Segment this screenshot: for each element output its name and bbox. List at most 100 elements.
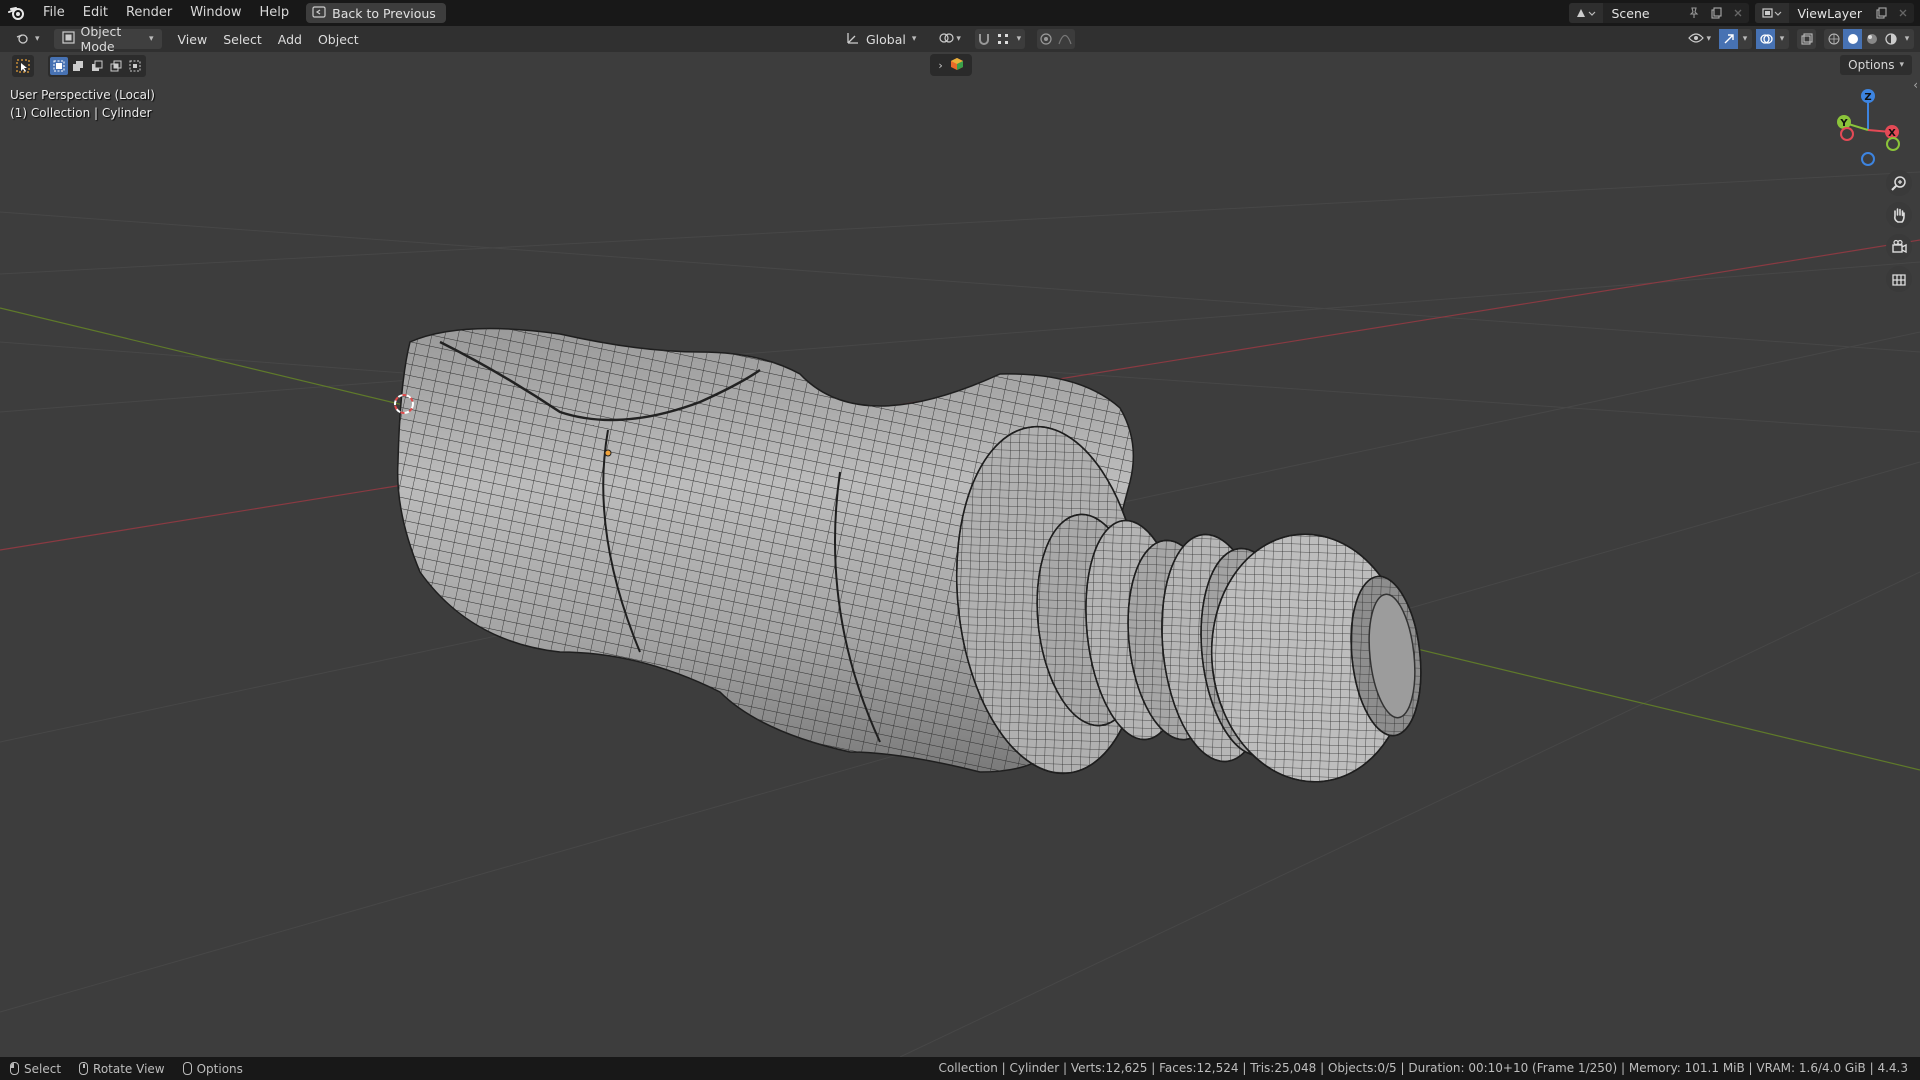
navigation-gizmo: Z X Y [1837, 89, 1900, 166]
status-options-label: Options [196, 1061, 243, 1076]
status-rotate-label: Rotate View [93, 1061, 165, 1076]
chevron-down-icon[interactable]: ▾ [1775, 29, 1789, 49]
cylinder-mesh [396, 327, 1422, 783]
pivot-point-dropdown[interactable]: ▾ [930, 29, 969, 49]
delete-viewlayer-icon[interactable] [1892, 3, 1914, 23]
chevron-down-icon: ▾ [35, 34, 40, 44]
snap-group: ▾ [974, 29, 1025, 49]
select-difference-icon[interactable] [107, 57, 125, 75]
select-tool-button[interactable] [12, 55, 34, 77]
new-scene-icon[interactable] [1705, 3, 1727, 23]
status-rotate-hint: Rotate View [79, 1062, 165, 1076]
chevron-right-icon: › [938, 58, 943, 72]
scene-selector[interactable]: Scene [1569, 3, 1750, 23]
proportional-edit-group [1036, 29, 1075, 49]
chevron-down-icon[interactable]: ▾ [1900, 29, 1914, 49]
options-dropdown[interactable]: Options ▾ [1840, 55, 1912, 75]
viewport-header: ▾ Object Mode ▾ View Select Add Object G… [0, 24, 1920, 54]
menu-window[interactable]: Window [181, 0, 250, 26]
scene-name[interactable]: Scene [1603, 6, 1683, 21]
select-subtract-icon[interactable] [88, 57, 106, 75]
shading-mode-group: ▾ [1824, 29, 1914, 49]
pan-hand-icon[interactable] [1886, 202, 1912, 228]
proportional-edit-icon[interactable] [1037, 29, 1056, 49]
overlay-group: ▾ [1756, 29, 1789, 49]
material-shading-icon[interactable] [1862, 29, 1881, 49]
new-viewlayer-icon[interactable] [1870, 3, 1892, 23]
menu-help[interactable]: Help [251, 0, 299, 26]
viewport-navigation-tools [1886, 170, 1912, 292]
3d-viewport[interactable]: Z X Y › Options ▾ User Perspective (Loca… [0, 52, 1920, 1057]
selection-mode-group [48, 55, 146, 77]
falloff-icon[interactable] [1056, 29, 1075, 49]
active-object-icon [950, 56, 964, 75]
pivot-icon [938, 31, 955, 48]
status-select-hint: Select [10, 1062, 61, 1076]
menu-view[interactable]: View [170, 29, 216, 49]
back-to-previous-button[interactable]: Back to Previous [306, 3, 446, 23]
snap-icon[interactable] [975, 29, 994, 49]
viewlayer-selector[interactable]: ViewLayer [1755, 3, 1914, 23]
object-mode-icon [61, 31, 75, 47]
transform-orientation-dropdown[interactable]: Global ▾ [838, 29, 924, 49]
options-label: Options [1848, 58, 1895, 72]
chevron-down-icon[interactable]: ▾ [1013, 29, 1025, 49]
gizmo-z-label: Z [1864, 92, 1871, 103]
top-menu-bar: File Edit Render Window Help Back to Pre… [0, 0, 1920, 26]
pin-icon[interactable] [1683, 3, 1705, 23]
blender-logo-icon[interactable] [0, 0, 34, 26]
gizmo-icon[interactable] [1719, 29, 1738, 49]
menu-edit[interactable]: Edit [74, 0, 117, 26]
viewport-info-overlay: User Perspective (Local) (1) Collection … [10, 86, 155, 122]
viewlayer-name[interactable]: ViewLayer [1789, 6, 1870, 21]
back-icon [312, 5, 326, 21]
editor-type-button[interactable]: ▾ [8, 29, 48, 49]
tool-settings [12, 55, 146, 77]
sidebar-toggle-icon[interactable]: ‹ [1913, 78, 1918, 92]
viewport-display-controls: ▾ ▾ ▾ ▾ [1684, 29, 1914, 49]
menu-select[interactable]: Select [215, 29, 270, 49]
transform-controls: Global ▾ ▾ ▾ [838, 29, 1075, 49]
chevron-down-icon[interactable]: ▾ [1738, 29, 1752, 49]
chevron-down-icon: ▾ [1706, 34, 1711, 44]
visibility-icon [1688, 32, 1705, 47]
status-bar: Select Rotate View Options Collection | … [0, 1057, 1920, 1080]
grid-icon[interactable] [1886, 266, 1912, 292]
menu-add[interactable]: Add [270, 29, 310, 49]
scene-statistics: Collection | Cylinder | Verts:12,625 | F… [938, 1061, 1908, 1075]
menu-object[interactable]: Object [310, 29, 367, 49]
xray-toggle[interactable] [1797, 29, 1816, 49]
editor-type-icon [16, 31, 32, 48]
viewport-canvas[interactable]: Z X Y [0, 52, 1920, 1057]
mouse-right-icon [182, 1062, 192, 1075]
viewlayer-icon [1755, 3, 1790, 23]
xray-icon [1797, 29, 1816, 49]
gizmo-neg-y-handle [1886, 137, 1900, 151]
menu-file[interactable]: File [34, 0, 74, 26]
back-to-previous-label: Back to Previous [332, 5, 436, 21]
rendered-shading-icon[interactable] [1881, 29, 1900, 49]
camera-icon[interactable] [1886, 234, 1912, 260]
transform-orientation-icon [846, 31, 860, 48]
chevron-down-icon: ▾ [956, 34, 961, 44]
object-mode-dropdown[interactable]: Object Mode ▾ [53, 24, 162, 54]
collection-label: (1) Collection | Cylinder [10, 106, 152, 120]
perspective-label: User Perspective (Local) [10, 88, 155, 102]
select-intersect-icon[interactable] [126, 57, 144, 75]
snap-target-icon[interactable] [994, 29, 1013, 49]
wireframe-shading-icon[interactable] [1824, 29, 1843, 49]
solid-shading-icon[interactable] [1843, 29, 1862, 49]
tool-header-toggle[interactable]: › [930, 54, 972, 76]
zoom-icon[interactable] [1886, 170, 1912, 196]
scene-icon [1569, 3, 1604, 23]
top-right-controls: Scene ViewLayer [1569, 0, 1920, 26]
select-extend-icon[interactable] [69, 57, 87, 75]
delete-scene-icon[interactable] [1727, 3, 1749, 23]
object-mode-label: Object Mode [80, 24, 122, 54]
menu-render[interactable]: Render [117, 0, 181, 26]
gizmo-neg-x-handle [1840, 127, 1854, 141]
visibility-dropdown[interactable]: ▾ [1684, 29, 1715, 49]
overlay-icon[interactable] [1756, 29, 1775, 49]
select-new-icon[interactable] [50, 57, 68, 75]
transform-orientation-label: Global [866, 31, 906, 47]
